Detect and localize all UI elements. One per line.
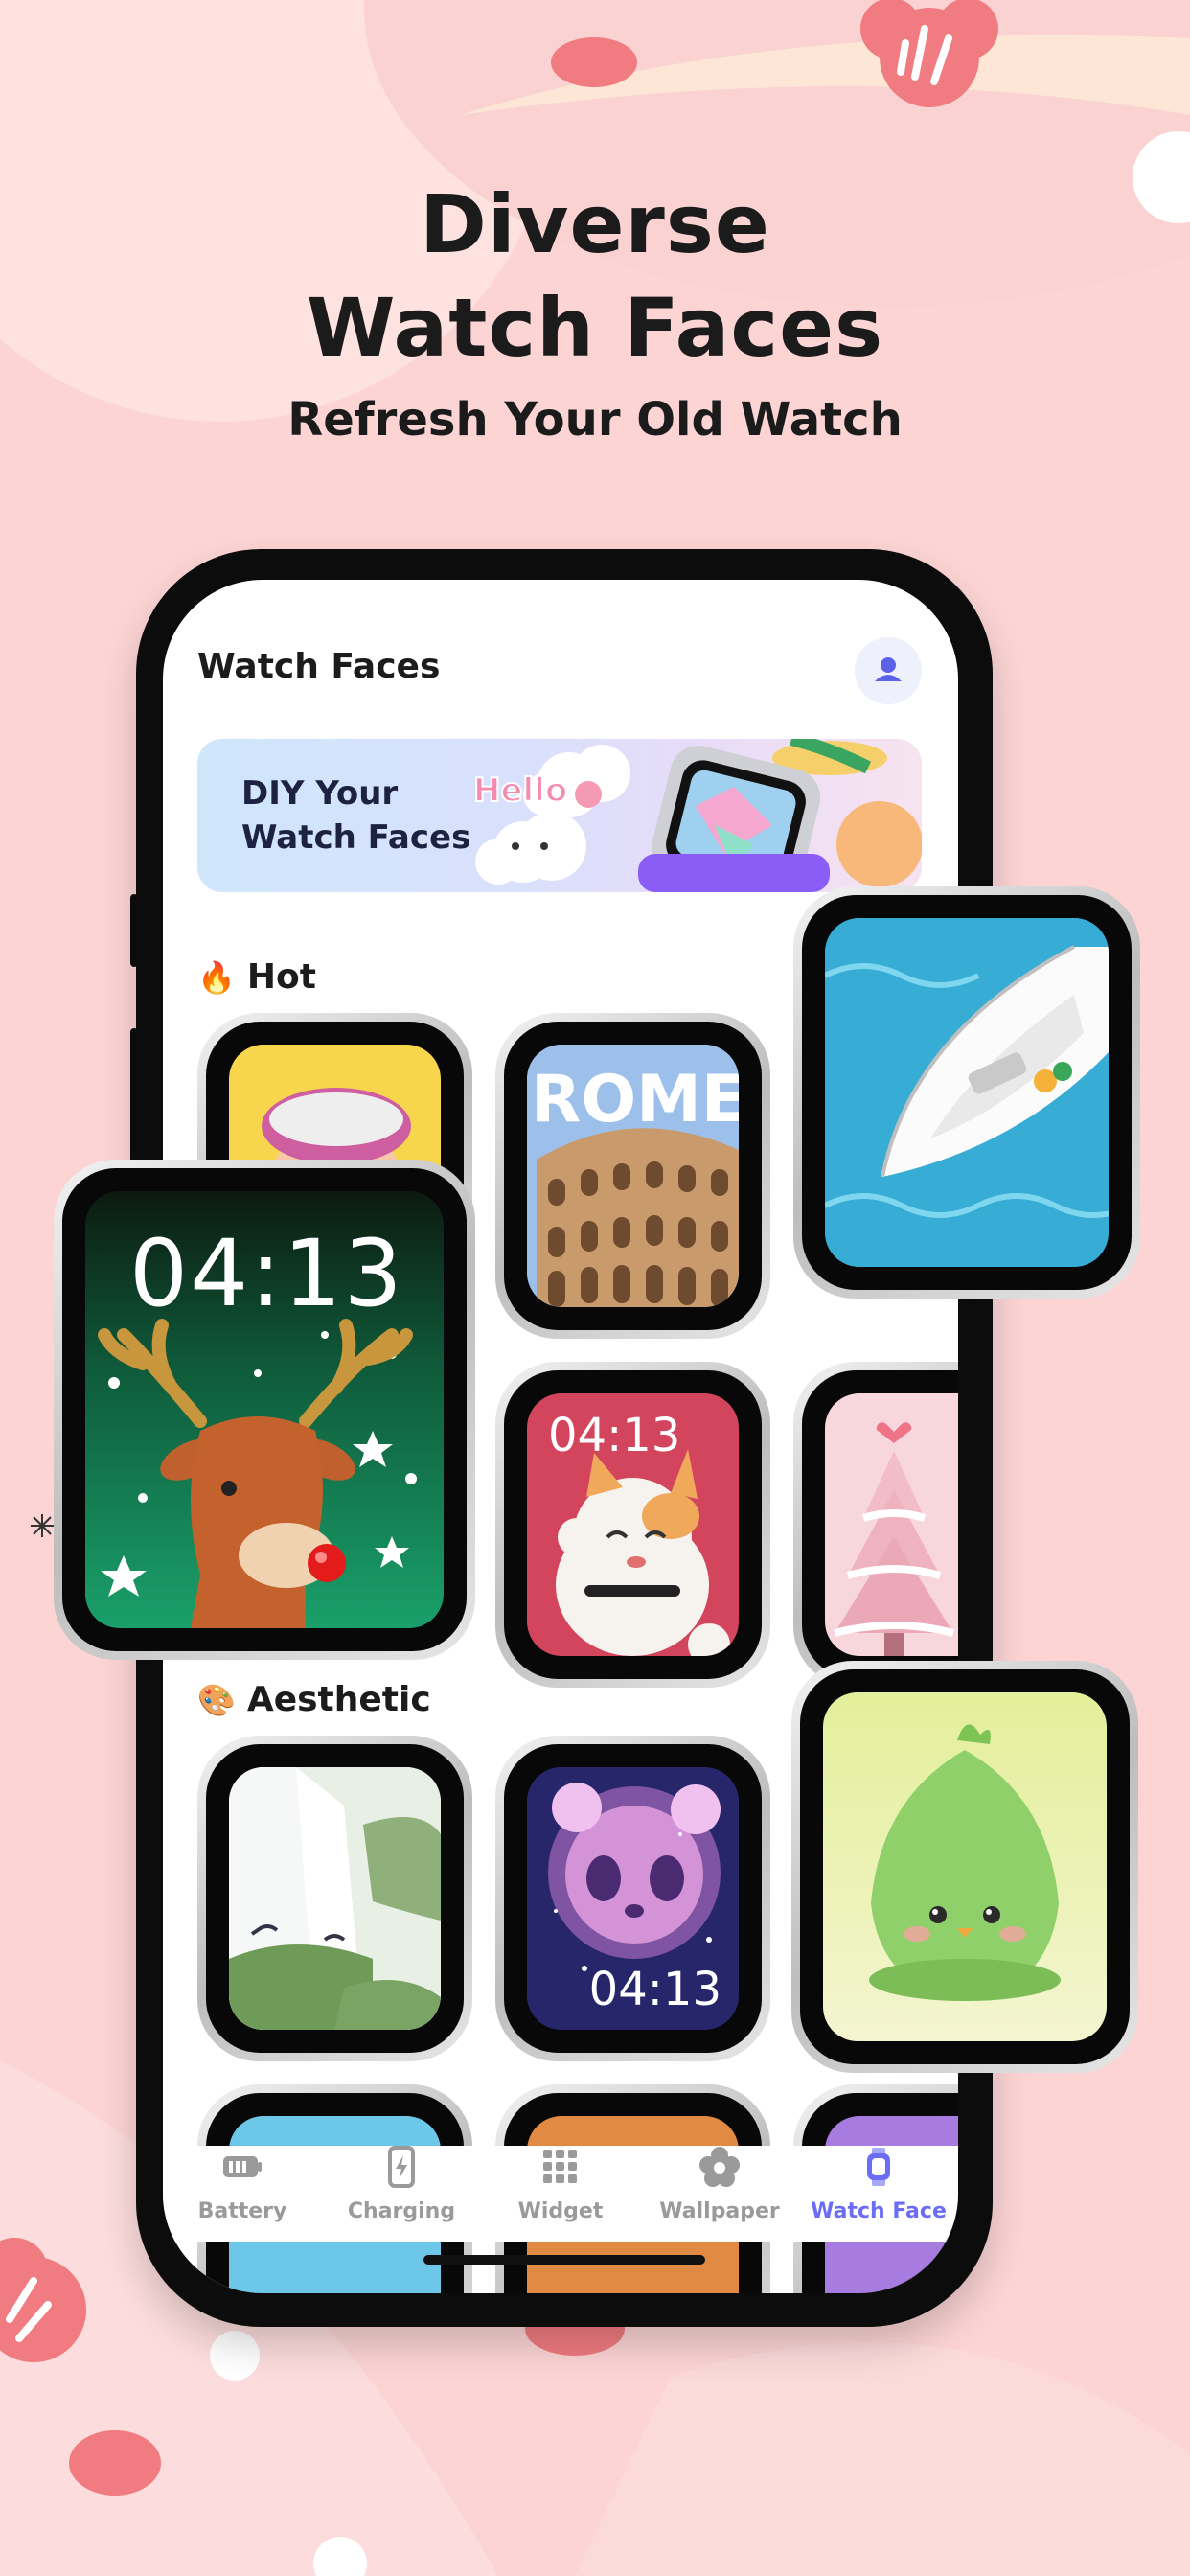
tab-widget[interactable]: Widget (481, 2146, 640, 2223)
watch-face-icon (867, 2148, 890, 2186)
watch-face-card[interactable] (197, 1736, 472, 2061)
banner-illustration-icon: Hello (472, 739, 922, 892)
palette-icon: 🎨 (197, 1682, 236, 1718)
pink-christmas-tree-icon (834, 1422, 954, 1656)
tab-wallpaper[interactable]: Wallpaper (640, 2146, 799, 2223)
rome-text: ROME (531, 1062, 739, 1138)
profile-button[interactable] (855, 637, 922, 704)
section-aesthetic-title: 🎨 Aesthetic (197, 1680, 431, 1719)
user-icon (875, 657, 902, 681)
diy-banner[interactable]: DIY Your Watch Faces Hello (197, 739, 922, 892)
app-header: Watch Faces (197, 637, 922, 704)
headline: Diverse Watch Faces Refresh Your Old Wat… (0, 172, 1190, 447)
watch-face-card[interactable]: 04:13 (495, 1362, 770, 1688)
wallpaper-icon (699, 2147, 740, 2187)
tab-watch-face[interactable]: Watch Face (799, 2146, 958, 2223)
page-title: Watch Faces (197, 647, 441, 686)
tab-charging[interactable]: Charging (322, 2146, 481, 2223)
headline-line1: Diverse (420, 177, 770, 271)
green-chick-icon (869, 1724, 1061, 2001)
watch-face-card[interactable]: 04:13 (495, 1736, 770, 2061)
watch-face-card[interactable]: ROME (495, 1013, 770, 1339)
bottom-tab-bar: Battery Charging Widget Wallpaper Watch … (163, 2146, 958, 2242)
featured-watch-reindeer[interactable]: 04:13 (54, 1160, 475, 1660)
yacht-icon (825, 918, 1109, 1267)
lucky-cat-icon (556, 1449, 730, 1656)
fire-icon: 🔥 (197, 959, 236, 996)
widget-icon (543, 2150, 577, 2183)
featured-watch-green-chick[interactable] (791, 1661, 1138, 2073)
home-indicator (423, 2255, 705, 2265)
banner-hello-text: Hello (473, 771, 567, 810)
colosseum-icon: ROME (527, 1045, 739, 1307)
headline-line2: Watch Faces (306, 281, 884, 375)
reindeer-icon (98, 1319, 417, 1628)
tab-battery[interactable]: Battery (163, 2146, 322, 2223)
battery-icon (223, 2156, 262, 2177)
waterfall-birds-icon (229, 1767, 441, 2030)
watch-time-text: 04:13 (588, 1963, 721, 2016)
featured-watch-yacht[interactable] (793, 886, 1140, 1299)
section-hot-title: 🔥 Hot (197, 957, 316, 997)
charging-icon (388, 2146, 415, 2188)
banner-title: DIY Your Watch Faces (241, 774, 471, 857)
watch-face-card[interactable] (793, 1362, 958, 1688)
headline-subtitle: Refresh Your Old Watch (287, 393, 903, 447)
